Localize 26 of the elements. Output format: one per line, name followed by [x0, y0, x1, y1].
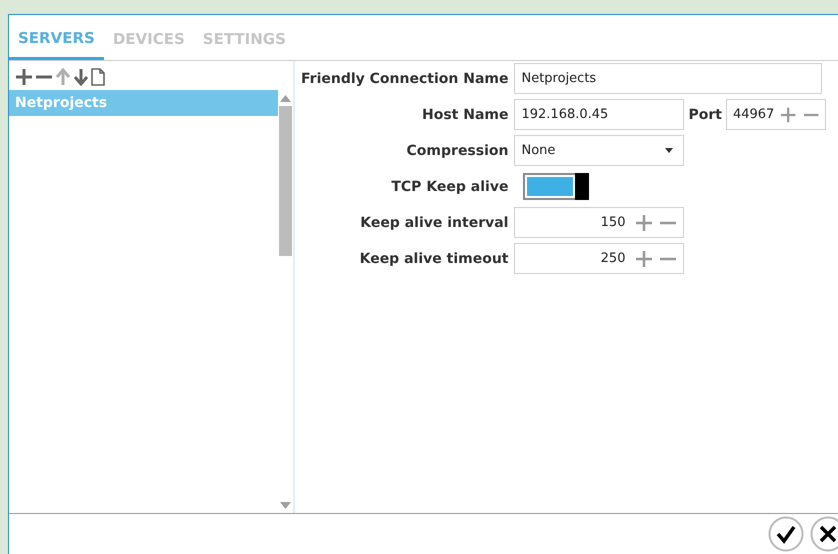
plus-icon[interactable] [635, 214, 654, 232]
field-label: Compression [406, 142, 508, 158]
number-spinner[interactable]: 250 [514, 243, 684, 274]
down-arrow-icon[interactable] [73, 68, 89, 86]
document-icon[interactable] [91, 68, 105, 86]
dropdown-caret-icon [665, 148, 674, 153]
host-field[interactable]: 192.168.0.45 [514, 99, 684, 130]
field-label: Host Name [421, 106, 508, 122]
field-label: Keep alive interval [359, 214, 508, 230]
scroll-up-icon[interactable] [280, 95, 291, 102]
compression-dropdown[interactable]: None [514, 135, 684, 166]
field-label: Keep alive timeout [358, 250, 508, 266]
toggle-switch[interactable] [523, 173, 590, 200]
field-label: Friendly Connection Name [301, 70, 508, 86]
port-spinner[interactable]: 44967 [726, 99, 826, 130]
close-button[interactable] [810, 516, 838, 552]
scroll-down-icon[interactable] [280, 502, 291, 509]
scrollbar-thumb[interactable] [279, 106, 292, 256]
text-field[interactable]: Netprojects [514, 63, 822, 94]
port-label: Port [688, 106, 722, 122]
plus-icon[interactable] [780, 106, 797, 124]
plus-icon[interactable] [15, 68, 33, 86]
plus-icon[interactable] [635, 250, 654, 268]
field-label: TCP Keep alive [390, 178, 508, 194]
number-spinner[interactable]: 150 [514, 207, 684, 238]
checkmark-button[interactable] [768, 516, 804, 552]
